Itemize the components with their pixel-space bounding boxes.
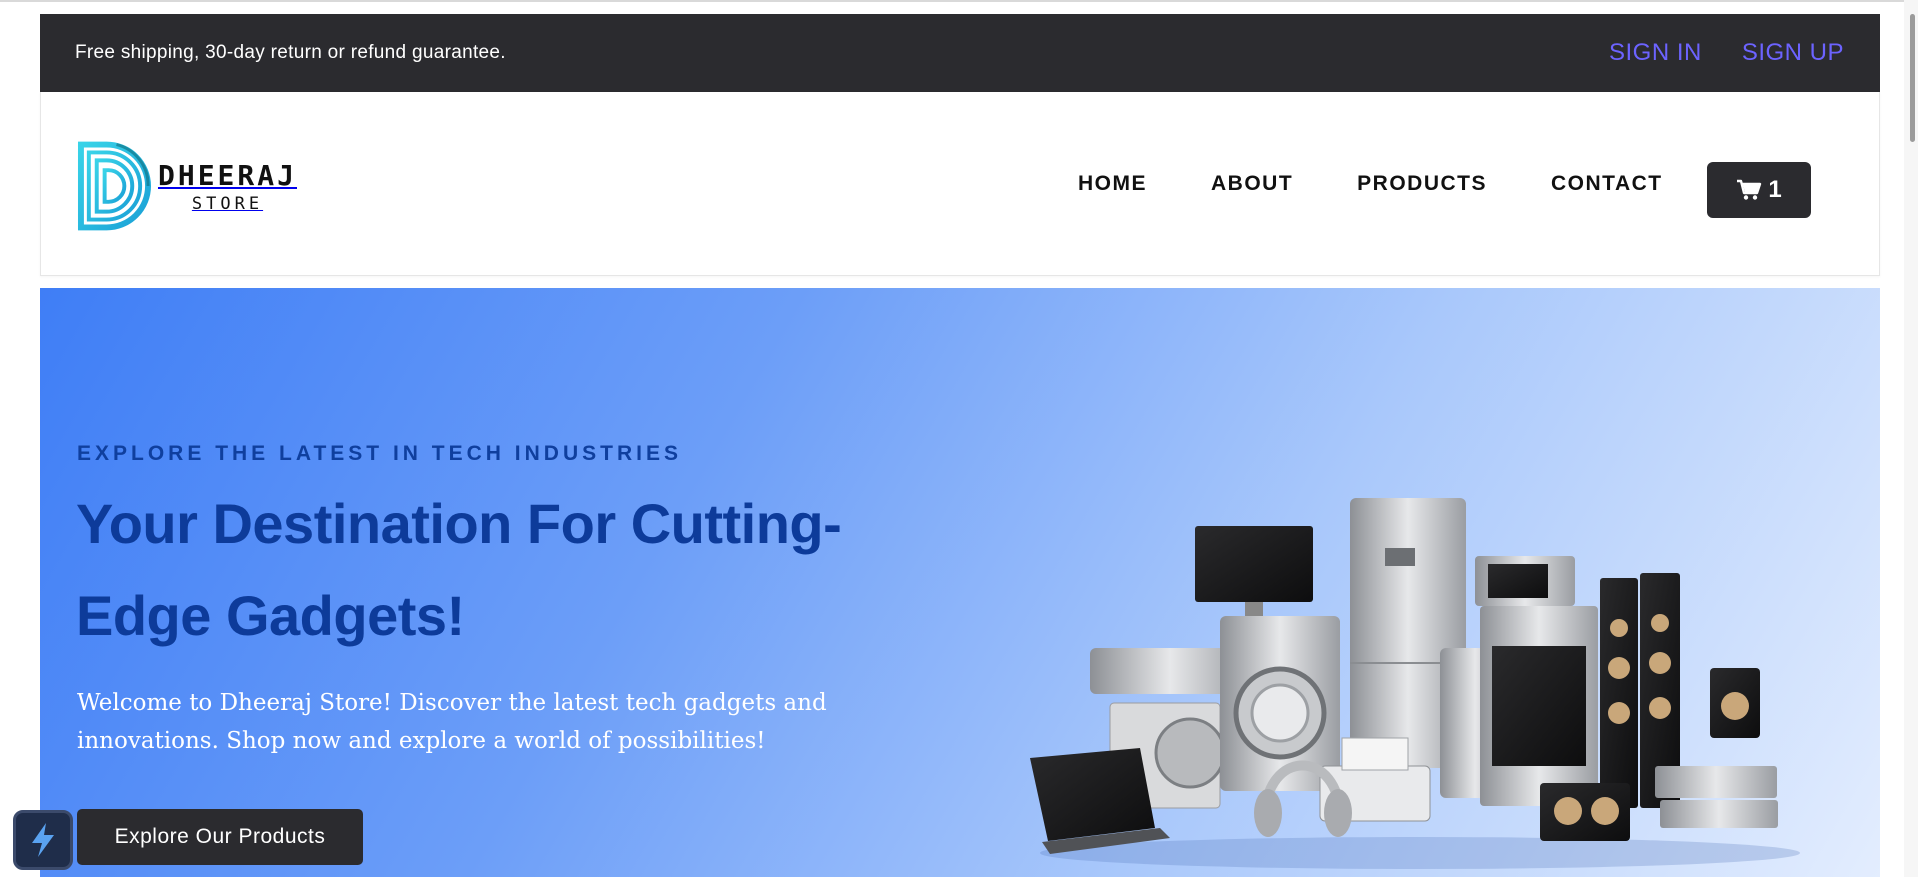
bolt-icon — [32, 823, 54, 857]
cart-icon — [1737, 179, 1762, 200]
sign-in-link[interactable]: SIGN IN — [1609, 39, 1702, 67]
announcement-bar: Free shipping, 30-day return or refund g… — [40, 14, 1880, 92]
hero-title: Your Destination For Cutting-Edge Gadget… — [76, 492, 842, 647]
scrollbar-thumb[interactable] — [1910, 14, 1915, 142]
cart-button[interactable]: 1 — [1707, 162, 1811, 218]
nav-item-about[interactable]: ABOUT — [1211, 172, 1293, 196]
sign-up-link[interactable]: SIGN UP — [1742, 39, 1844, 67]
hero-section: EXPLORE THE LATEST IN TECH INDUSTRIES Yo… — [40, 288, 1880, 877]
brand-name-line1: DHEERAJ — [157, 158, 297, 192]
nav-item-home[interactable]: HOME — [1078, 172, 1147, 196]
hero-description: Welcome to Dheeraj Store! Discover the l… — [77, 690, 827, 754]
promo-text: Free shipping, 30-day return or refund g… — [75, 42, 506, 63]
main-navbar: DHEERAJ STORE HOME ABOUT PRODUCTS CONTAC… — [40, 92, 1880, 276]
d-logo-icon — [77, 141, 151, 231]
brand-name-line2: STORE — [191, 193, 264, 214]
page-scrollbar[interactable] — [1904, 0, 1918, 877]
primary-nav: HOME ABOUT PRODUCTS CONTACT — [1078, 92, 1663, 276]
explore-products-button[interactable]: Explore Our Products — [77, 809, 363, 865]
brand-name: DHEERAJ STORE — [158, 159, 297, 214]
page-top-border — [0, 0, 1918, 2]
appliances-image — [1030, 498, 1800, 869]
hero-eyebrow: EXPLORE THE LATEST IN TECH INDUSTRIES — [77, 442, 682, 465]
cart-count: 1 — [1768, 176, 1782, 203]
brand-logo[interactable]: DHEERAJ STORE — [77, 140, 297, 232]
auth-links: SIGN IN SIGN UP — [1609, 39, 1844, 67]
floating-action-widget[interactable] — [13, 810, 73, 870]
nav-item-products[interactable]: PRODUCTS — [1357, 172, 1487, 196]
nav-item-contact[interactable]: CONTACT — [1551, 172, 1663, 196]
